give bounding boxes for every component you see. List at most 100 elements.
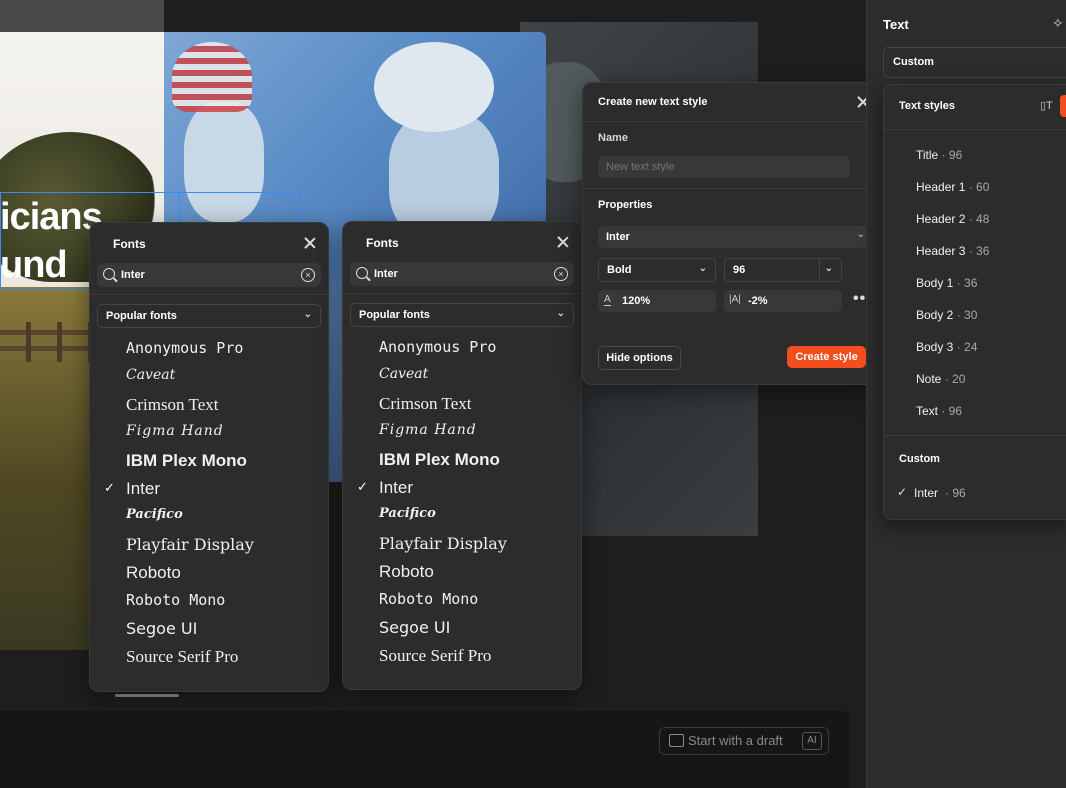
start-draft-button[interactable]: Start with a draft AI: [659, 727, 829, 755]
font-family-value: Inter: [606, 231, 630, 243]
fonts-panel-title: Fonts: [113, 237, 146, 251]
font-item-anonymous-pro[interactable]: Anonymous Pro: [90, 335, 328, 363]
font-name: Pacifico: [126, 507, 183, 522]
add-style-button[interactable]: [1060, 95, 1066, 117]
font-item-figma-hand[interactable]: Figma Hand: [90, 419, 328, 447]
font-search-input[interactable]: [374, 262, 544, 286]
font-item-anonymous-pro[interactable]: Anonymous Pro: [343, 334, 581, 362]
chevron-down-icon: ⌄: [556, 308, 565, 319]
sidebar-title: Text: [883, 17, 909, 32]
font-family-select[interactable]: Inter ⌄: [598, 226, 874, 248]
font-item-ibm-plex-mono[interactable]: IBM Plex Mono: [90, 447, 328, 475]
font-item-segoe-ui[interactable]: Segoe UI: [343, 614, 581, 642]
style-settings-icon[interactable]: ✧: [1052, 15, 1064, 32]
hide-options-button[interactable]: Hide options: [598, 346, 681, 370]
line-height-input[interactable]: A 120%: [598, 290, 716, 312]
custom-style-item[interactable]: ✓ Inter · 96: [884, 483, 1066, 505]
font-name: Figma Hand: [379, 422, 477, 438]
style-name: Header 1: [916, 180, 966, 194]
font-item-source-serif-pro[interactable]: Source Serif Pro: [90, 643, 328, 671]
custom-section-title: Custom: [899, 453, 940, 465]
text-style-header-1[interactable]: Header 1 · 60: [916, 180, 989, 194]
text-selection-extension: [178, 192, 301, 224]
style-size: · 20: [941, 372, 966, 386]
font-item-playfair-display[interactable]: Playfair Display: [90, 531, 328, 559]
create-style-title: Create new text style: [598, 96, 708, 108]
font-name: Figma Hand: [126, 423, 224, 439]
style-name: Body 3: [916, 340, 954, 354]
close-icon[interactable]: [556, 235, 570, 249]
letter-spacing-value: -2%: [748, 295, 768, 307]
style-name: Body 1: [916, 276, 954, 290]
text-style-body-1[interactable]: Body 1 · 36: [916, 276, 977, 290]
library-icon[interactable]: ▯T: [1040, 99, 1053, 112]
check-icon: ✓: [897, 485, 908, 499]
font-item-pacifico[interactable]: Pacifico: [343, 502, 581, 530]
font-item-ibm-plex-mono[interactable]: IBM Plex Mono: [343, 446, 581, 474]
text-style-note[interactable]: Note · 20: [916, 372, 965, 386]
style-name: Note: [916, 372, 942, 386]
bottom-prompt-bar: Start with a draft AI: [0, 711, 850, 788]
divider: [90, 294, 328, 295]
font-item-caveat[interactable]: Caveat: [90, 363, 328, 391]
text-style-title[interactable]: Title · 96: [916, 148, 962, 162]
search-icon: [356, 267, 368, 279]
custom-style-size: · 96: [945, 486, 966, 500]
font-item-roboto[interactable]: Roboto: [343, 558, 581, 586]
clear-search-icon[interactable]: ×: [554, 267, 568, 281]
font-item-crimson-text[interactable]: Crimson Text: [343, 390, 581, 418]
text-styles-title: Text styles: [899, 100, 956, 112]
font-item-roboto[interactable]: Roboto: [90, 559, 328, 587]
text-style-body-2[interactable]: Body 2 · 30: [916, 308, 977, 322]
font-item-roboto-mono[interactable]: Roboto Mono: [90, 587, 328, 615]
font-name: Source Serif Pro: [126, 647, 239, 666]
font-name: Inter: [379, 478, 414, 497]
font-search-input-wrap[interactable]: ×: [97, 263, 321, 287]
text-style-header-3[interactable]: Header 3 · 36: [916, 244, 989, 258]
style-size: · 48: [965, 212, 990, 226]
panel-resize-handle[interactable]: [115, 694, 179, 697]
style-size: · 36: [953, 276, 978, 290]
surgeon-2-cap: [374, 42, 494, 132]
font-name: Roboto: [379, 562, 434, 581]
headline-text-line-2[interactable]: und: [0, 244, 68, 287]
create-style-button[interactable]: Create style: [787, 346, 866, 368]
font-item-figma-hand[interactable]: Figma Hand: [343, 418, 581, 446]
font-item-source-serif-pro[interactable]: Source Serif Pro: [343, 642, 581, 670]
font-item-pacifico[interactable]: Pacifico: [90, 503, 328, 531]
font-search-input[interactable]: [121, 263, 291, 287]
font-item-playfair-display[interactable]: Playfair Display: [343, 530, 581, 558]
letter-spacing-input[interactable]: |A| -2%: [724, 290, 842, 312]
font-item-inter[interactable]: ✓ Inter: [90, 475, 328, 503]
font-category-label: Popular fonts: [106, 310, 177, 322]
headline-text-line-1[interactable]: icians: [0, 196, 103, 239]
properties-label: Properties: [598, 199, 653, 211]
fonts-panel-title: Fonts: [366, 236, 399, 250]
text-styles-dropdown: Text styles ▯T Title · 96 Header 1 · 60 He…: [883, 84, 1066, 520]
font-item-caveat[interactable]: Caveat: [343, 362, 581, 390]
text-style-body-3[interactable]: Body 3 · 24: [916, 340, 977, 354]
font-item-segoe-ui[interactable]: Segoe UI: [90, 615, 328, 643]
style-name: Text: [916, 404, 939, 418]
font-size-select[interactable]: 96 ⌄: [724, 258, 842, 282]
font-weight-select[interactable]: Bold ⌄: [598, 258, 716, 282]
style-size: · 24: [953, 340, 978, 354]
divider: [884, 129, 1066, 130]
text-style-header-2[interactable]: Header 2 · 48: [916, 212, 989, 226]
font-search-input-wrap[interactable]: ×: [350, 262, 574, 286]
style-name-input[interactable]: [598, 156, 850, 178]
custom-style-name: Inter: [914, 486, 939, 500]
font-category-select[interactable]: Popular fonts ⌄: [350, 303, 574, 327]
close-icon[interactable]: [303, 236, 317, 250]
font-item-inter[interactable]: ✓ Inter: [343, 474, 581, 502]
font-item-crimson-text[interactable]: Crimson Text: [90, 391, 328, 419]
fonts-panel-2: Fonts × Popular fonts ⌄ Anonymous Pro Cav…: [342, 221, 582, 690]
style-name: Title: [916, 148, 939, 162]
text-style-text[interactable]: Text · 96: [916, 404, 962, 418]
font-item-roboto-mono[interactable]: Roboto Mono: [343, 586, 581, 614]
surgeon-1-cap: [172, 42, 252, 112]
style-size: · 30: [953, 308, 978, 322]
font-category-select[interactable]: Popular fonts ⌄: [97, 304, 321, 328]
clear-search-icon[interactable]: ×: [301, 268, 315, 282]
text-style-select[interactable]: Custom: [883, 47, 1066, 78]
